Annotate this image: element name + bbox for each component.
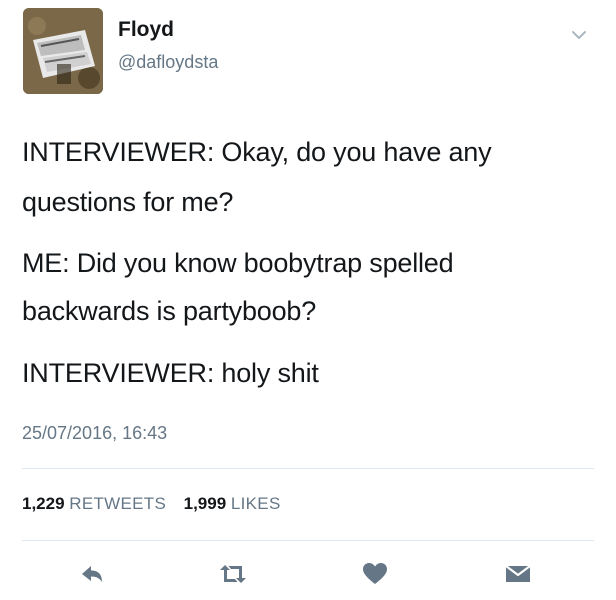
retweet-label[interactable]: RETWEETS — [69, 494, 166, 513]
chevron-down-icon[interactable] — [568, 24, 590, 46]
divider — [22, 468, 594, 469]
direct-message-icon[interactable] — [503, 560, 531, 588]
tweet-text-line: INTERVIEWER: holy shit — [22, 358, 319, 388]
author-name[interactable]: Floyd — [118, 18, 174, 42]
avatar[interactable] — [23, 8, 103, 94]
like-label[interactable]: LIKES — [231, 494, 281, 513]
divider — [22, 540, 594, 541]
retweet-icon[interactable] — [218, 560, 246, 588]
tweet-timestamp[interactable]: 25/07/2016, 16:43 — [22, 423, 167, 444]
tweet-text-line: backwards is partyboob? — [22, 296, 317, 326]
tweet-text-line: questions for me? — [22, 187, 234, 217]
tweet-text-line: INTERVIEWER: Okay, do you have any — [22, 137, 492, 167]
retweet-count[interactable]: 1,229 — [22, 494, 65, 513]
like-count[interactable]: 1,999 — [184, 494, 227, 513]
author-handle[interactable]: @dafloydsta — [118, 52, 218, 73]
tweet-stats: 1,229 RETWEETS 1,999 LIKES — [22, 494, 281, 514]
like-icon[interactable] — [361, 560, 389, 588]
reply-icon[interactable] — [78, 560, 106, 588]
tweet-text-line: ME: Did you know boobytrap spelled — [22, 248, 454, 278]
